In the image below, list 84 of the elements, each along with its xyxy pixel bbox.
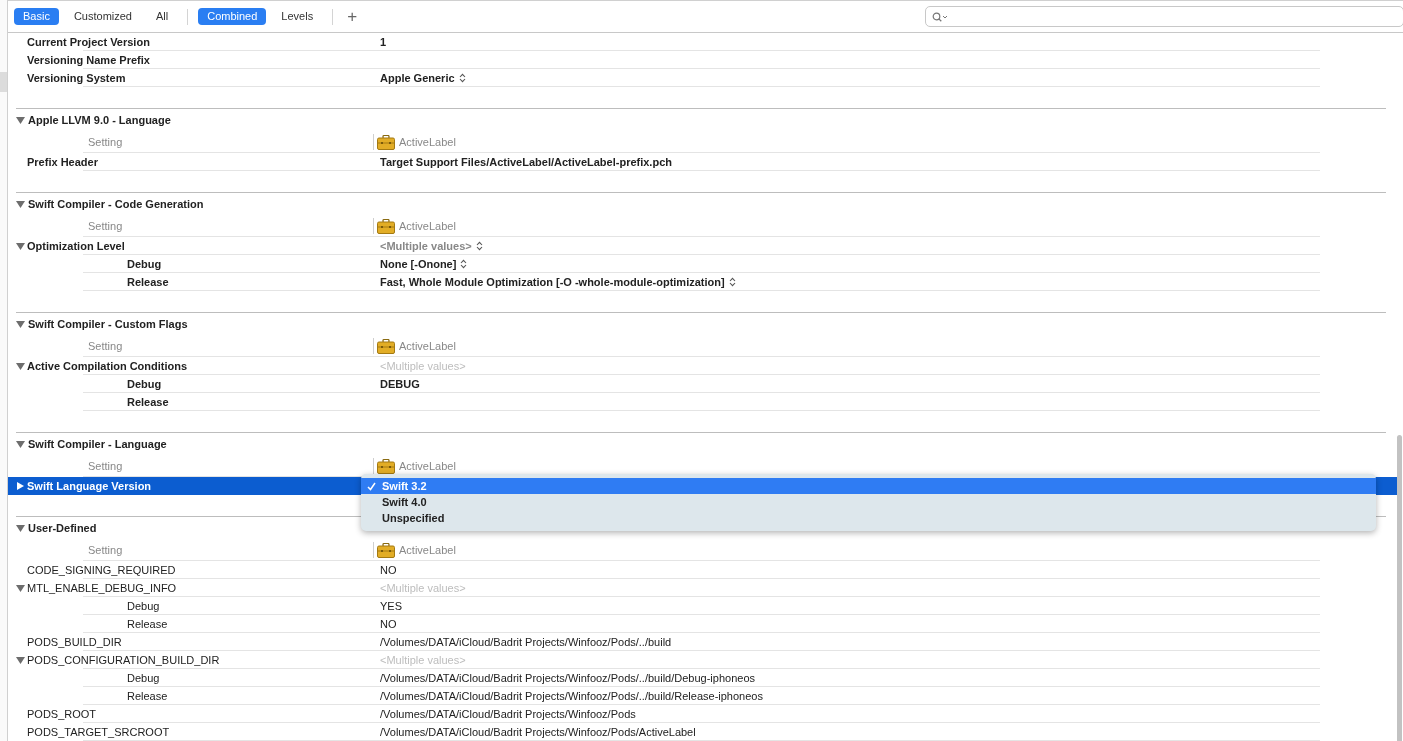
disclosure-triangle-icon[interactable] — [16, 524, 25, 532]
disclosure-triangle-icon[interactable] — [16, 584, 25, 592]
setting-value: /Volumes/DATA/iCloud/Badrit Projects/Winfooz/Pods/../build — [380, 636, 672, 648]
setting-value: Target Support Files/ActiveLabel/ActiveLabel-prefix.pch — [380, 156, 672, 168]
disclosure-triangle-icon[interactable] — [16, 242, 25, 250]
briefcase-icon — [377, 218, 395, 234]
add-button[interactable]: + — [343, 8, 362, 25]
stepper-icon[interactable] — [458, 73, 466, 83]
setting-name: Debug — [127, 378, 162, 390]
setting-name: Swift Language Version — [27, 480, 152, 492]
section-title: User-Defined — [28, 522, 97, 534]
scope-tab[interactable]: Customized — [64, 8, 141, 25]
setting-value: <Multiple values> — [380, 654, 466, 666]
setting-name: Optimization Level — [27, 240, 125, 252]
setting-name: Versioning Name Prefix — [27, 54, 150, 66]
disclosure-triangle-icon[interactable] — [16, 320, 25, 328]
scope-tab[interactable]: All — [147, 8, 178, 25]
section-title: Swift Compiler - Custom Flags — [28, 318, 188, 330]
setting-name: Release — [127, 618, 168, 630]
setting-name: CODE_SIGNING_REQUIRED — [27, 564, 176, 576]
stepper-icon[interactable] — [475, 241, 483, 251]
briefcase-icon — [377, 542, 395, 558]
setting-value: <Multiple values> — [380, 582, 466, 594]
stepper-icon[interactable] — [460, 259, 468, 269]
setting-name: Release — [127, 690, 168, 702]
setting-name: Debug — [127, 672, 160, 684]
section-title: Swift Compiler - Language — [28, 438, 167, 450]
briefcase-icon — [377, 338, 395, 354]
setting-name: PODS_CONFIGURATION_BUILD_DIR — [27, 654, 220, 666]
setting-name: Release — [127, 276, 169, 288]
setting-name: Versioning System — [27, 72, 126, 84]
setting-value: DEBUG — [380, 378, 420, 390]
column-label: Setting — [88, 460, 123, 472]
disclosure-triangle-icon[interactable] — [16, 656, 25, 664]
checkmark-icon — [367, 482, 376, 491]
setting-name: PODS_BUILD_DIR — [27, 636, 122, 648]
search-icon — [932, 11, 948, 22]
setting-value: <Multiple values> — [380, 240, 472, 252]
setting-name: PODS_ROOT — [27, 708, 97, 720]
setting-value: Fast, Whole Module Optimization [-O -whole-module-optimization] — [380, 276, 725, 288]
scope-tab[interactable]: Basic — [14, 8, 59, 25]
setting-value: <Multiple values> — [380, 360, 466, 372]
view-tab[interactable]: Combined — [198, 8, 267, 25]
setting-name: PODS_TARGET_SRCROOT — [27, 726, 170, 738]
setting-value: YES — [380, 600, 402, 612]
section-title: Swift Compiler - Code Generation — [28, 198, 204, 210]
section-title: Apple LLVM 9.0 - Language — [28, 114, 171, 126]
column-label: Setting — [88, 220, 123, 232]
column-label: Setting — [88, 544, 123, 556]
disclosure-triangle-icon[interactable] — [16, 440, 25, 448]
menu-item[interactable]: Swift 3.2 — [361, 478, 1376, 494]
disclosure-triangle-icon[interactable] — [16, 200, 25, 208]
column-label: Setting — [88, 340, 123, 352]
briefcase-icon — [377, 134, 395, 150]
menu-item[interactable]: Swift 4.0 — [361, 494, 1376, 510]
setting-value: /Volumes/DATA/iCloud/Badrit Projects/Winfooz/Pods/ActiveLabel — [380, 726, 696, 738]
setting-name: Release — [127, 396, 169, 408]
setting-value: /Volumes/DATA/iCloud/Badrit Projects/Winfooz/Pods — [380, 708, 636, 720]
target-name: ActiveLabel — [399, 340, 456, 352]
menu-item[interactable]: Unspecified — [361, 510, 1376, 526]
target-name: ActiveLabel — [399, 460, 456, 472]
setting-value: None [-Onone] — [380, 258, 457, 270]
setting-name: Debug — [127, 258, 162, 270]
disclosure-triangle-icon[interactable] — [16, 482, 25, 490]
setting-value: NO — [380, 618, 397, 630]
setting-value: /Volumes/DATA/iCloud/Badrit Projects/Winfooz/Pods/../build/Debug-iphoneos — [380, 672, 755, 684]
setting-name: Debug — [127, 600, 160, 612]
setting-value: /Volumes/DATA/iCloud/Badrit Projects/Winfooz/Pods/../build/Release-iphoneos — [380, 690, 763, 702]
disclosure-triangle-icon[interactable] — [16, 116, 25, 124]
target-name: ActiveLabel — [399, 220, 456, 232]
setting-value: NO — [380, 564, 397, 576]
target-name: ActiveLabel — [399, 544, 456, 556]
setting-name: MTL_ENABLE_DEBUG_INFO — [27, 582, 177, 594]
setting-name: Prefix Header — [27, 156, 98, 168]
setting-name: Current Project Version — [27, 36, 150, 48]
setting-name: Active Compilation Conditions — [27, 360, 188, 372]
setting-value: Apple Generic — [380, 72, 455, 84]
target-name: ActiveLabel — [399, 136, 456, 148]
stepper-icon[interactable] — [728, 277, 736, 287]
briefcase-icon — [377, 458, 395, 474]
view-tab[interactable]: Levels — [272, 8, 323, 25]
setting-value: 1 — [380, 36, 387, 48]
disclosure-triangle-icon[interactable] — [16, 362, 25, 370]
column-label: Setting — [88, 136, 123, 148]
